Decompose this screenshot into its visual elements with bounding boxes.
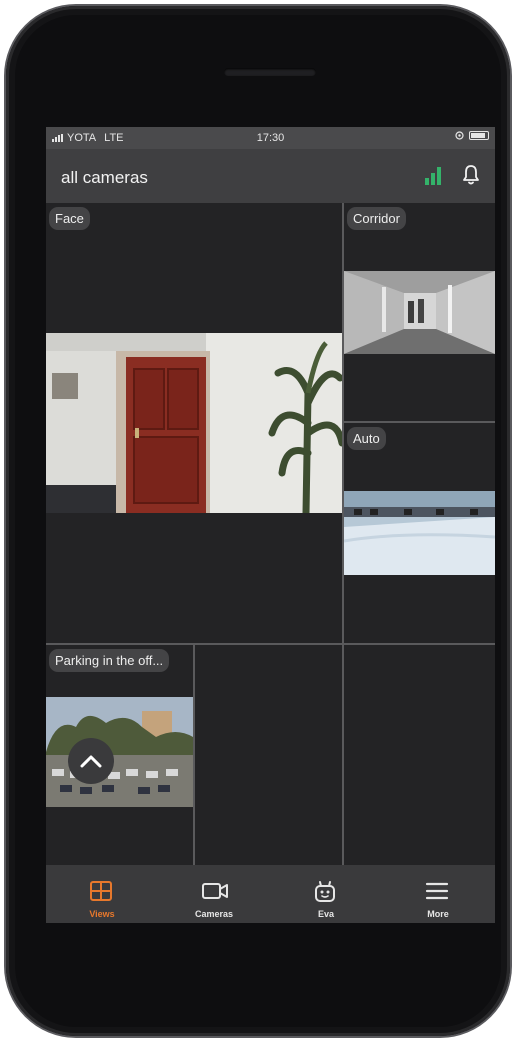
camera-label-corridor: Corridor — [347, 207, 406, 230]
tab-more[interactable]: More — [382, 865, 494, 923]
tab-more-label: More — [427, 909, 449, 919]
parking-feed-image — [46, 697, 193, 807]
location-lock-icon — [455, 131, 464, 140]
camera-tile-empty-2[interactable] — [344, 645, 495, 865]
earpiece-speaker — [224, 68, 316, 76]
camera-feed-auto — [344, 491, 495, 575]
corridor-feed-image — [344, 271, 495, 354]
tab-eva[interactable]: Eva — [270, 865, 382, 923]
top-bar: all cameras — [46, 149, 495, 203]
camera-feed-parking — [46, 697, 193, 807]
grid-icon — [90, 881, 112, 901]
status-bar: YOTA LTE 17:30 — [46, 127, 495, 149]
tab-cameras-label: Cameras — [194, 909, 234, 919]
camera-label-face: Face — [49, 207, 90, 230]
tab-views[interactable]: Views — [46, 865, 158, 923]
connection-signal-icon[interactable] — [425, 167, 441, 185]
camera-tile-empty-1[interactable] — [195, 645, 342, 865]
auto-feed-image — [344, 491, 495, 575]
chevron-up-icon — [80, 755, 102, 768]
tab-cameras[interactable]: Cameras — [158, 865, 270, 923]
page-title[interactable]: all cameras — [61, 168, 148, 188]
tab-views-label: Views — [89, 909, 115, 919]
status-time: 17:30 — [256, 132, 285, 144]
camera-feed-corridor — [344, 271, 495, 354]
camera-tile-auto[interactable]: Auto — [344, 423, 495, 643]
tab-eva-label: Eva — [317, 909, 334, 919]
camera-tile-corridor[interactable]: Corridor — [344, 203, 495, 421]
camera-label-parking: Parking in the off... — [49, 649, 170, 672]
status-right — [455, 131, 489, 140]
battery-icon — [469, 131, 489, 140]
robot-icon — [315, 881, 335, 902]
camera-label-auto: Auto — [347, 427, 386, 450]
camera-feed-face — [46, 333, 342, 513]
menu-icon — [425, 882, 449, 900]
bottom-tab-bar: Views Cameras Eva More — [46, 865, 495, 923]
scroll-up-button[interactable] — [68, 738, 114, 784]
video-camera-icon — [202, 883, 228, 899]
camera-tile-face[interactable]: Face — [46, 203, 342, 643]
face-feed-image — [46, 333, 342, 513]
bell-icon[interactable] — [459, 163, 483, 187]
app-screen: YOTA LTE 17:30 all cameras Face Corridor… — [46, 127, 495, 923]
